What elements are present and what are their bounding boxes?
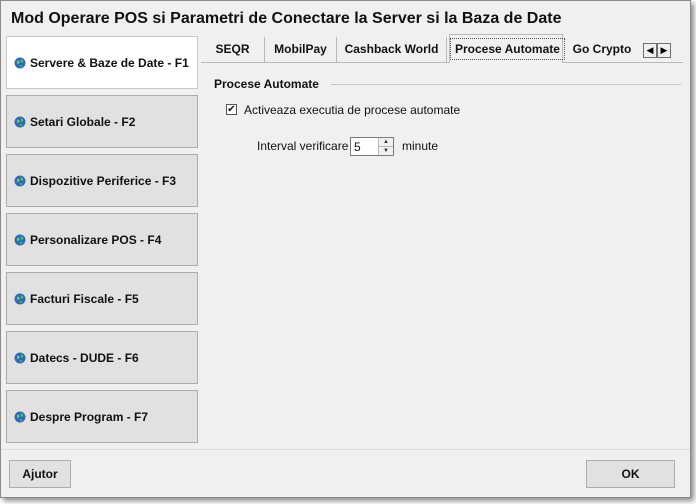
tab-scroll-left-icon[interactable]: ◀ [643,43,657,58]
tab-scroll-right-icon[interactable]: ▶ [657,43,671,58]
sidebar-item-label: Personalizare POS - F4 [30,232,162,247]
sidebar-item-setari-globale[interactable]: Setari Globale - F2 [6,95,198,148]
tab-label: Go Crypto [572,42,632,56]
globe-icon [14,234,26,245]
tab-mobilpay[interactable]: MobilPay [265,37,337,62]
tab-label: MobilPay [274,42,327,56]
tab-cashback-world[interactable]: Cashback World [337,37,447,62]
sidebar-item-label: Datecs - DUDE - F6 [30,350,139,365]
group-divider [331,84,681,85]
ok-button[interactable]: OK [586,460,675,488]
sidebar-item-label: Servere & Baze de Date - F1 [30,55,189,70]
sidebar-item-datecs-dude[interactable]: Datecs - DUDE - F6 [6,331,198,384]
auto-process-label[interactable]: Activeaza executia de procese automate [244,103,460,117]
tab-label: Cashback World [344,42,439,56]
sidebar-item-facturi-fiscale[interactable]: Facturi Fiscale - F5 [6,272,198,325]
globe-icon [14,116,26,127]
sidebar-item-despre-program[interactable]: Despre Program - F7 [6,390,198,443]
sidebar-item-label: Facturi Fiscale - F5 [30,291,139,306]
spin-down-icon[interactable]: ▼ [378,147,393,155]
interval-value[interactable]: 5 [354,140,361,154]
sidebar-item-label: Setari Globale - F2 [30,114,136,129]
globe-icon [14,411,26,422]
tab-strip: SEQR MobilPay Cashback World Procese Aut… [201,34,683,63]
sidebar-item-dispozitive-periferice[interactable]: Dispozitive Periferice - F3 [6,154,198,207]
interval-label: Interval verificare [257,139,349,153]
sidebar-item-personalizare-pos[interactable]: Personalizare POS - F4 [6,213,198,266]
globe-icon [14,352,26,363]
footer-divider [1,449,690,450]
spin-up-icon[interactable]: ▲ [378,138,393,147]
window-title: Mod Operare POS si Parametri de Conectar… [11,10,562,27]
tab-go-crypto[interactable]: Go Crypto [563,37,641,62]
options-dialog: Mod Operare POS si Parametri de Conectar… [0,0,691,498]
sidebar-item-servere[interactable]: Servere & Baze de Date - F1 [6,36,198,89]
group-title: Procese Automate [214,77,319,91]
globe-icon [14,57,26,68]
tab-procese-automate[interactable]: Procese Automate [449,34,565,63]
sidebar-item-label: Despre Program - F7 [30,409,149,424]
interval-stepper[interactable]: 5 ▲ ▼ [350,137,394,156]
globe-icon [14,293,26,304]
help-button[interactable]: Ajutor [9,460,71,488]
globe-icon [14,175,26,186]
tab-label: Procese Automate [450,38,565,60]
interval-unit: minute [402,139,439,153]
sidebar-item-label: Dispozitive Periferice - F3 [30,173,177,188]
auto-process-checkbox[interactable]: ✔ [226,104,237,115]
tab-label: SEQR [215,42,250,56]
tab-seqr[interactable]: SEQR [201,37,265,62]
